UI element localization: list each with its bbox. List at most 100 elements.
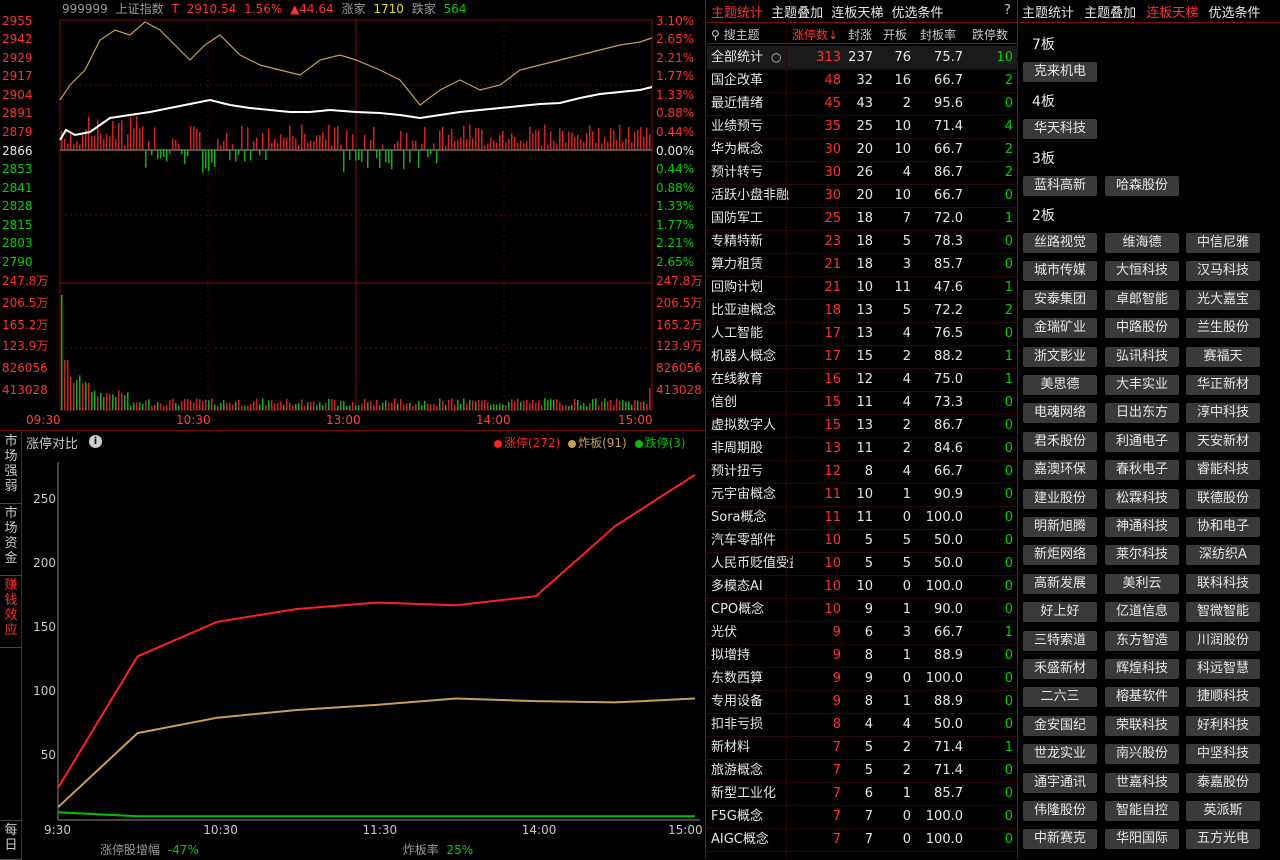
stock-chip[interactable]: 智能自控 [1105,801,1179,821]
stock-chip[interactable]: 科远智慧 [1186,659,1260,679]
stock-chip[interactable]: 弘讯科技 [1105,346,1179,367]
stock-chip[interactable]: 丝路视觉 [1023,233,1097,253]
stock-chip[interactable]: 新炬网络 [1023,545,1097,566]
stock-chip[interactable]: 捷顺科技 [1186,687,1260,708]
tab-preferred-2[interactable]: 优选条件 [1208,6,1260,21]
table-row[interactable]: 专精特新 23 18 5 78.3 0 [707,230,1018,253]
stock-chip[interactable]: 五方光电 [1186,829,1260,850]
table-row[interactable]: 旅游概念 7 5 2 71.4 0 [707,759,1018,782]
table-row[interactable]: 光伏 9 6 3 66.7 1 [707,621,1018,644]
stock-chip[interactable]: 维海德 [1105,233,1179,253]
stock-chip[interactable]: 君禾股份 [1023,431,1097,452]
tab-theme-stats[interactable]: 主题统计 [711,6,763,21]
table-row[interactable]: 非周期股 13 11 2 84.6 0 [707,437,1018,460]
table-row[interactable]: 活跃小盘非融 30 20 10 66.7 0 [707,184,1018,207]
table-row[interactable]: 在线教育 16 12 4 75.0 1 [707,368,1018,391]
stock-chip[interactable]: 兰生股份 [1186,318,1260,339]
table-row[interactable]: 拟增持 9 8 1 88.9 0 [707,644,1018,667]
tab-preferred[interactable]: 优选条件 [891,6,943,21]
stock-chip[interactable]: 睿能科技 [1186,460,1260,481]
stock-chip[interactable]: 松霖科技 [1105,488,1179,509]
stock-chip[interactable]: 荣联科技 [1105,715,1179,736]
stock-chip[interactable]: 哈森股份 [1105,176,1179,196]
stock-chip[interactable]: 美思德 [1023,375,1097,395]
table-row[interactable]: 汽车零部件 10 5 5 50.0 0 [707,529,1018,552]
table-row[interactable]: 业绩预亏 35 25 10 71.4 4 [707,115,1018,138]
stock-chip[interactable]: 南兴股份 [1105,744,1179,765]
stock-chip[interactable]: 华阳国际 [1105,829,1179,850]
stock-chip[interactable]: 浙文影业 [1023,346,1097,367]
stock-chip[interactable]: 世嘉科技 [1105,772,1179,793]
stock-chip[interactable]: 赛福天 [1186,346,1260,367]
tab-theme-stats-2[interactable]: 主题统计 [1022,6,1074,21]
table-row[interactable]: 多模态AI 10 10 0 100.0 0 [707,575,1018,598]
stock-chip[interactable]: 电魂网络 [1023,403,1097,424]
col-sealed[interactable]: 封涨 [843,26,877,43]
stock-chip[interactable]: 嘉澳环保 [1023,460,1097,481]
stock-chip[interactable]: 榕基软件 [1105,687,1179,708]
table-row[interactable]: AIGC概念 7 7 0 100.0 0 [707,828,1018,851]
stock-chip[interactable]: 川润股份 [1186,630,1260,651]
stock-chip[interactable]: 美利云 [1105,573,1179,594]
table-row[interactable]: 预计扭亏 12 8 4 66.7 0 [707,460,1018,483]
stock-chip[interactable]: 辉煌科技 [1105,659,1179,679]
table-row[interactable]: 新材料 7 5 2 71.4 1 [707,736,1018,759]
stock-chip[interactable]: 利通电子 [1105,431,1179,452]
stock-chip[interactable]: 联德股份 [1186,488,1260,509]
table-row[interactable]: 新型工业化 7 6 1 85.7 0 [707,782,1018,805]
stock-chip[interactable]: 二六三 [1023,687,1097,708]
stock-chip[interactable]: 华天科技 [1023,119,1097,139]
stock-chip[interactable]: 联科科技 [1186,573,1260,594]
stock-chip[interactable]: 亿道信息 [1105,602,1179,623]
table-row[interactable]: 国企改革 48 32 16 66.7 2 [707,69,1018,92]
stock-chip[interactable]: 禾盛新材 [1023,659,1097,679]
search-theme[interactable]: ⚲ 搜主题 [711,26,787,43]
stock-chip[interactable]: 协和电子 [1186,517,1260,537]
table-row[interactable]: 预计转亏 30 26 4 86.7 2 [707,161,1018,184]
table-row[interactable]: 人工智能 17 13 4 76.5 0 [707,322,1018,345]
stock-chip[interactable]: 蓝科高新 [1023,176,1097,196]
col-limit-up[interactable]: 涨停数↓ [787,26,843,43]
stock-chip[interactable]: 日出东方 [1105,403,1179,424]
table-row[interactable]: 国防军工 25 18 7 72.0 1 [707,207,1018,230]
table-row[interactable]: 最近情绪 45 43 2 95.6 0 [707,92,1018,115]
tab-ladder[interactable]: 连板天梯 [831,6,883,21]
table-row[interactable]: 回购计划 21 10 11 47.6 1 [707,276,1018,299]
stock-chip[interactable]: 东方智造 [1105,630,1179,651]
stock-chip[interactable]: 好利科技 [1186,715,1260,736]
table-row[interactable]: 比亚迪概念 18 13 5 72.2 2 [707,299,1018,322]
stock-chip[interactable]: 大恒科技 [1105,261,1179,282]
table-row[interactable]: CPO概念 10 9 1 90.0 0 [707,598,1018,621]
table-row[interactable]: 虚拟数字人 15 13 2 86.7 0 [707,414,1018,437]
table-row[interactable]: 信创 15 11 4 73.3 0 [707,391,1018,414]
stock-chip[interactable]: 安泰集团 [1023,289,1097,310]
table-row[interactable]: 华为概念 30 20 10 66.7 2 [707,138,1018,161]
stock-chip[interactable]: 光大嘉宝 [1186,289,1260,310]
table-row[interactable]: 机器人概念 17 15 2 88.2 1 [707,345,1018,368]
stock-chip[interactable]: 克来机电 [1023,62,1097,82]
help-icon[interactable]: ? [1004,3,1011,18]
stock-chip[interactable]: 华正新材 [1186,375,1260,395]
table-row[interactable]: 元宇宙概念 11 10 1 90.9 0 [707,483,1018,506]
stock-chip[interactable]: 三特索道 [1023,630,1097,651]
stock-chip[interactable]: 智微智能 [1186,602,1260,623]
stock-chip[interactable]: 天安新材 [1186,431,1260,452]
tab-ladder-2[interactable]: 连板天梯 [1146,6,1198,21]
stock-chip[interactable]: 明新旭腾 [1023,517,1097,537]
col-seal-rate[interactable]: 封板率 [913,26,963,43]
refresh-icon[interactable]: ○ [771,46,781,69]
stock-chip[interactable]: 好上好 [1023,602,1097,623]
col-limit-down[interactable]: 跌停数 [963,26,1017,43]
stock-chip[interactable]: 通宇通讯 [1023,772,1097,793]
tab-theme-overlay-2[interactable]: 主题叠加 [1084,6,1136,21]
tab-theme-overlay[interactable]: 主题叠加 [771,6,823,21]
table-row[interactable]: F5G概念 7 7 0 100.0 0 [707,805,1018,828]
stock-chip[interactable]: 淳中科技 [1186,403,1260,424]
stock-chip[interactable]: 中新赛克 [1023,829,1097,850]
stock-chip[interactable]: 金安国纪 [1023,715,1097,736]
stock-chip[interactable]: 泰嘉股份 [1186,772,1260,793]
table-row[interactable]: 算力租赁 21 18 3 85.7 0 [707,253,1018,276]
table-row[interactable]: 东数西算 9 9 0 100.0 0 [707,667,1018,690]
stock-chip[interactable]: 金瑞矿业 [1023,318,1097,339]
stock-chip[interactable]: 中信尼雅 [1186,233,1260,253]
